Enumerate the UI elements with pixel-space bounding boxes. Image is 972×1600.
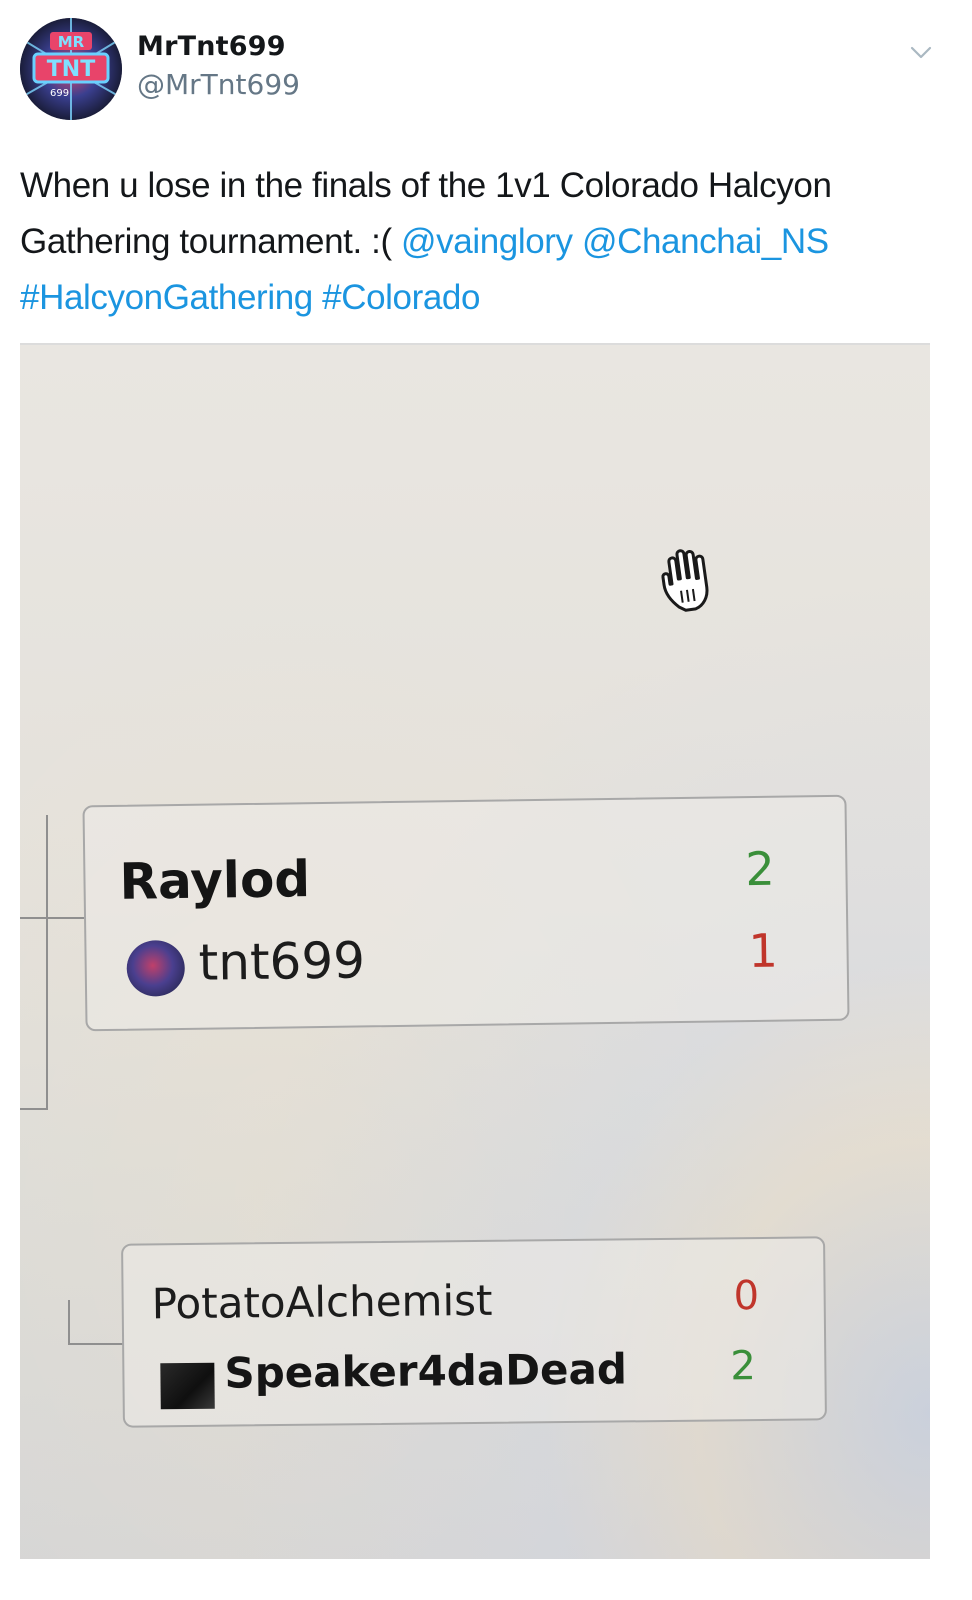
- player-avatar: [160, 1362, 215, 1410]
- player-name: tnt699: [198, 931, 366, 992]
- tweet-text: When u lose in the finals of the 1v1 Col…: [20, 158, 955, 326]
- bracket-line: [20, 917, 84, 919]
- player-name: PotatoAlchemist: [151, 1275, 493, 1329]
- score-loss: 0: [733, 1273, 760, 1320]
- svg-text:MR: MR: [58, 33, 85, 51]
- mention-vainglory[interactable]: @vainglory: [401, 222, 573, 261]
- bracket-line: [68, 1343, 124, 1345]
- match-card[interactable]: Raylod 2 tnt699 1: [82, 794, 850, 1032]
- display-name[interactable]: MrTnt699: [137, 31, 286, 62]
- bracket-line: [46, 815, 48, 1110]
- chevron-down-icon[interactable]: [906, 40, 936, 64]
- score-loss: 1: [748, 923, 779, 979]
- svg-text:TNT: TNT: [47, 57, 95, 82]
- user-handle[interactable]: @MrTnt699: [137, 68, 300, 101]
- score-win: 2: [730, 1343, 757, 1390]
- player-name: Speaker4daDead: [224, 1344, 628, 1398]
- player-name: Raylod: [119, 850, 311, 911]
- hand-cursor-icon: [653, 540, 733, 624]
- svg-text:699: 699: [50, 88, 69, 99]
- bracket-line: [20, 1108, 48, 1110]
- tweet-photo[interactable]: Raylod 2 tnt699 1 PotatoAlchemist 0 Spea…: [20, 343, 930, 1559]
- avatar-logo-icon: TNT MR 699: [20, 18, 122, 120]
- player-avatar: [126, 939, 186, 997]
- avatar[interactable]: TNT MR 699: [20, 18, 122, 120]
- hashtag-colorado[interactable]: #Colorado: [322, 278, 480, 317]
- hashtag-halcyon-gathering[interactable]: #HalcyonGathering: [20, 278, 313, 317]
- bracket-line: [68, 1300, 70, 1345]
- score-win: 2: [745, 841, 776, 897]
- mention-chanchai[interactable]: @Chanchai_NS: [582, 222, 829, 261]
- match-card[interactable]: PotatoAlchemist 0 Speaker4daDead 2: [121, 1236, 827, 1428]
